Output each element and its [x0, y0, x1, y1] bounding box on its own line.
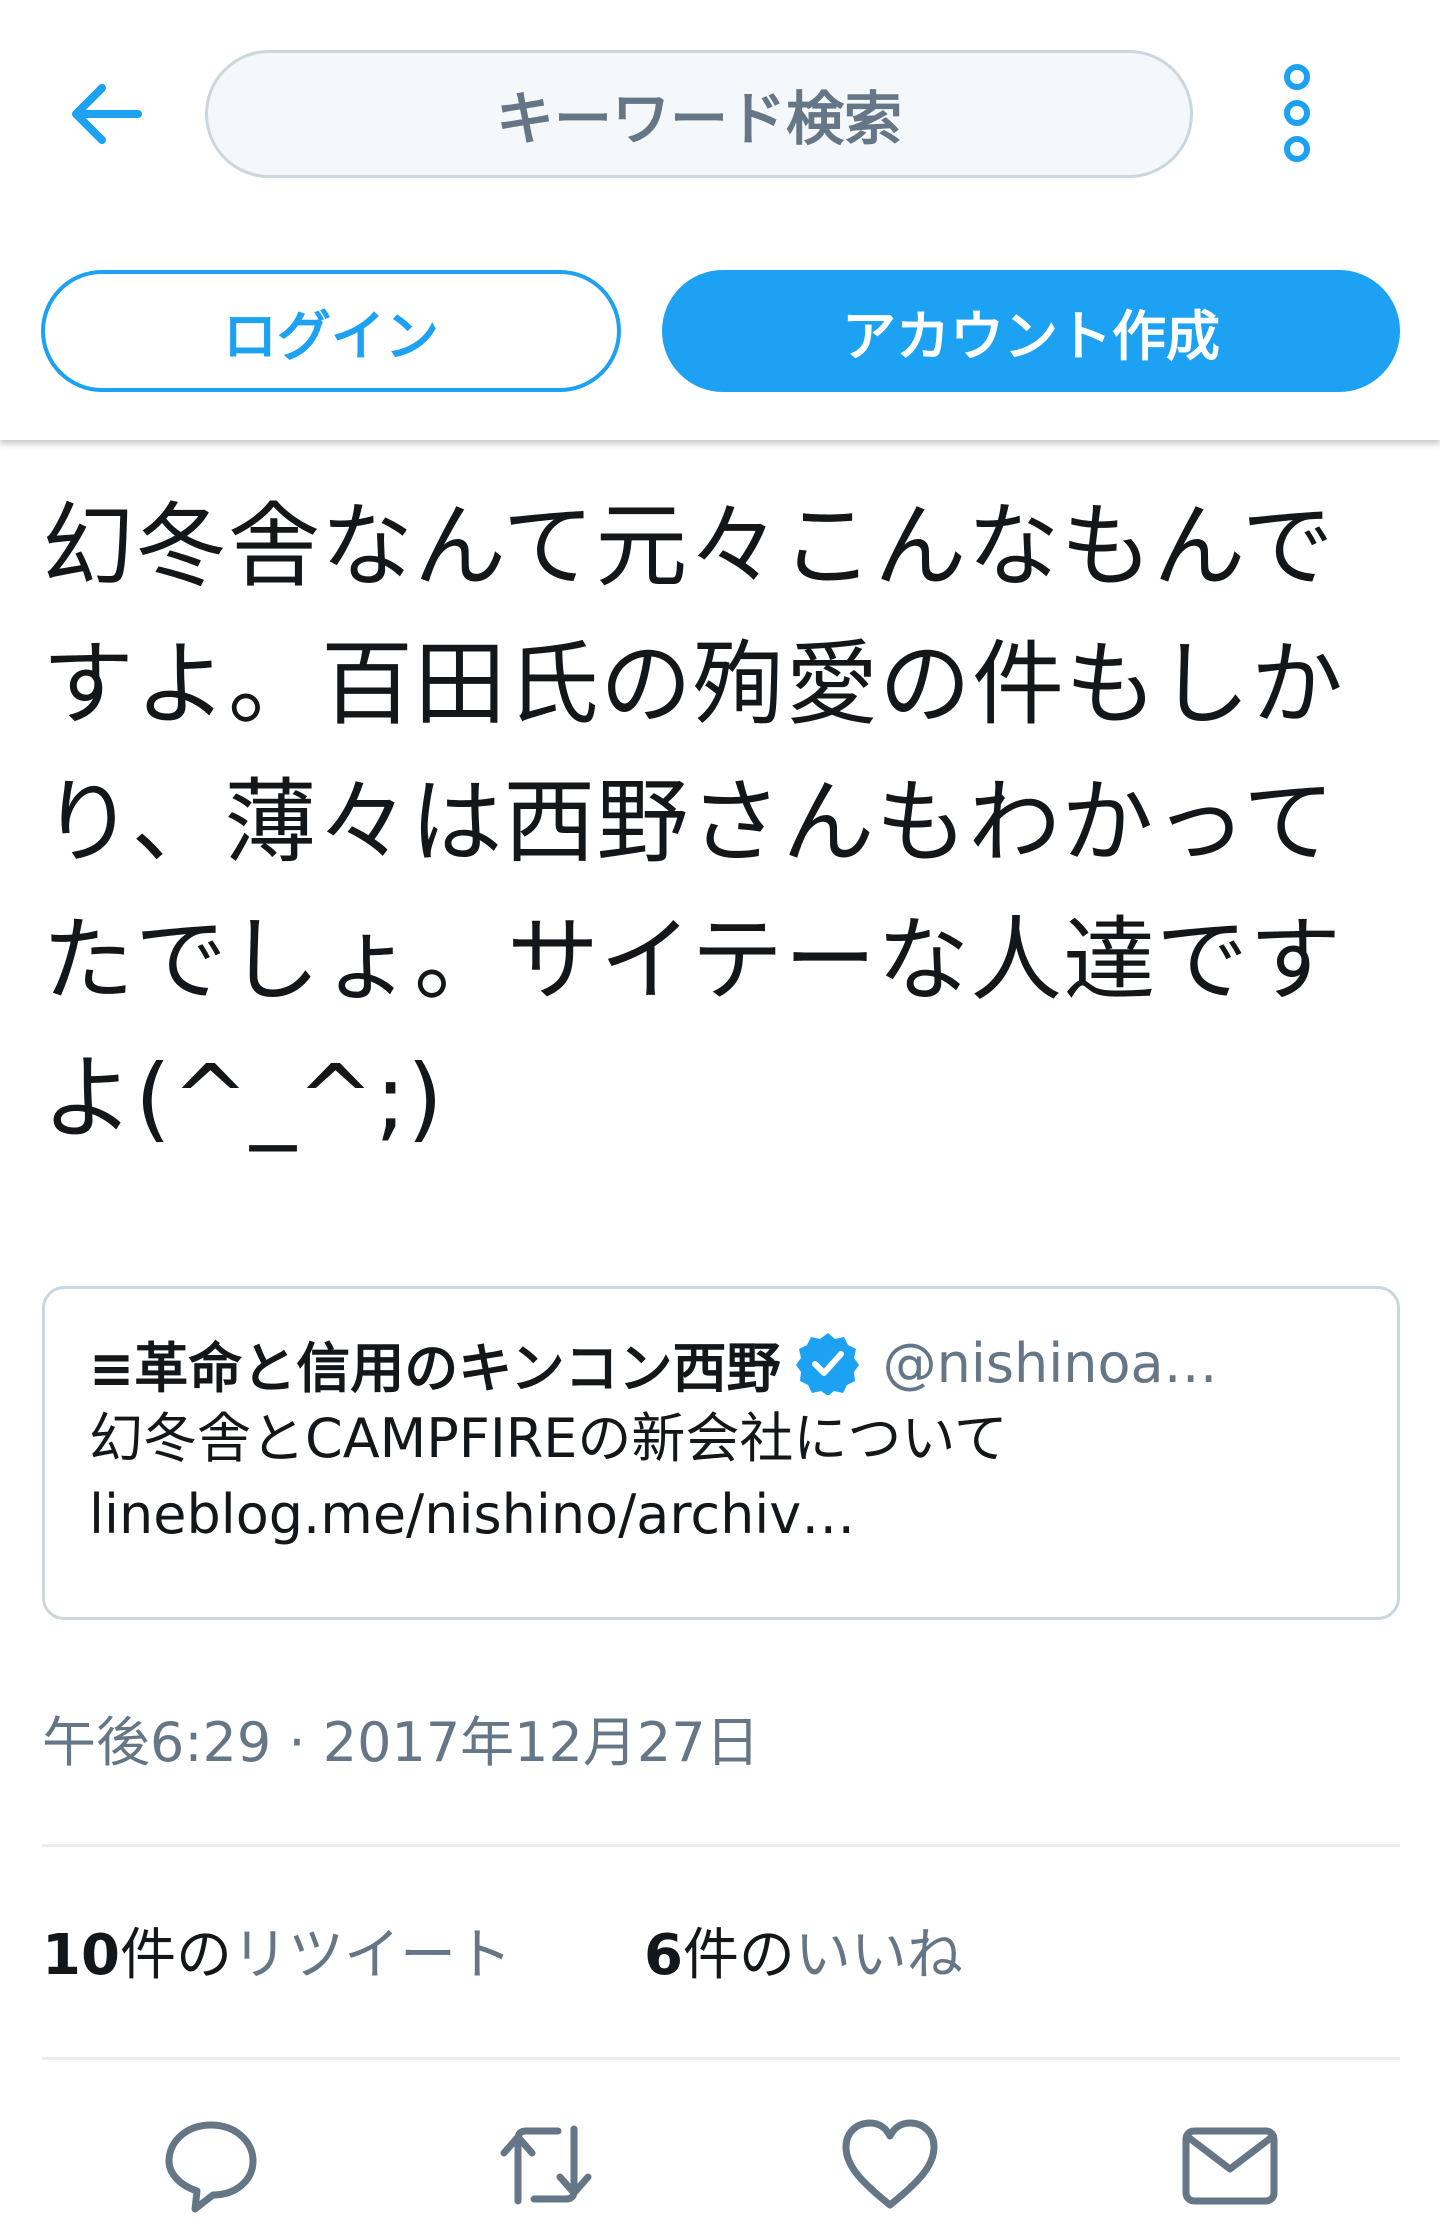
envelope-icon	[1182, 2127, 1278, 2205]
retweets-count: 10	[42, 1922, 120, 1988]
login-button[interactable]: ログイン	[41, 270, 621, 392]
verified-badge-icon	[795, 1333, 859, 1395]
like-icon	[842, 2119, 938, 2209]
retweet-icon	[500, 2125, 592, 2205]
retweets-label: リツイート	[231, 1922, 512, 1988]
more-vertical-icon	[1284, 64, 1310, 162]
quoted-tweet-header: ≡革命と信用のキンコン西野 @nishinoa…	[89, 1331, 1353, 1395]
quoted-tweet-link[interactable]: lineblog.me/nishino/archiv…	[89, 1477, 1353, 1553]
likes-stat[interactable]: 6 件の いいね	[644, 1910, 963, 1991]
retweets-unit: 件の	[119, 1922, 232, 1988]
retweet-button[interactable]	[491, 2110, 601, 2220]
top-bar: キーワード検索 ログイン アカウント作成	[0, 0, 1440, 440]
likes-label: いいね	[794, 1922, 963, 1988]
quoted-author-handle: @nishinoa…	[882, 1331, 1218, 1395]
back-arrow-icon	[72, 84, 142, 144]
divider	[42, 2057, 1400, 2060]
retweets-stat[interactable]: 10 件の リツイート	[42, 1910, 512, 1991]
quoted-tweet-text: 幻冬舎とCAMPFIREの新会社について	[89, 1407, 1008, 1470]
reply-button[interactable]	[156, 2110, 266, 2220]
likes-unit: 件の	[682, 1922, 795, 1988]
divider	[42, 1844, 1400, 1847]
tweet-stats: 10 件の リツイート 6 件の いいね	[42, 1905, 963, 1995]
back-button[interactable]	[58, 66, 154, 162]
quoted-tweet-card[interactable]: ≡革命と信用のキンコン西野 @nishinoa… 幻冬舎とCAMPFIREの新会…	[42, 1286, 1400, 1620]
create-account-button[interactable]: アカウント作成	[662, 270, 1400, 392]
likes-count: 6	[643, 1922, 683, 1988]
search-placeholder: キーワード検索	[495, 85, 902, 153]
more-options-button[interactable]	[1262, 58, 1332, 168]
reply-icon	[165, 2121, 257, 2213]
tweet-timestamp: 午後6:29 · 2017年12月27日	[42, 1711, 760, 1774]
share-button[interactable]	[1175, 2110, 1285, 2220]
search-input[interactable]: キーワード検索	[205, 50, 1193, 178]
like-button[interactable]	[835, 2110, 945, 2220]
tweet-text: 幻冬舎なんて元々こんなもんですよ。百田氏の殉愛の件もしかり、薄々は西野さんもわか…	[42, 493, 1345, 1152]
quoted-author-name: ≡革命と信用のキンコン西野	[89, 1336, 781, 1396]
